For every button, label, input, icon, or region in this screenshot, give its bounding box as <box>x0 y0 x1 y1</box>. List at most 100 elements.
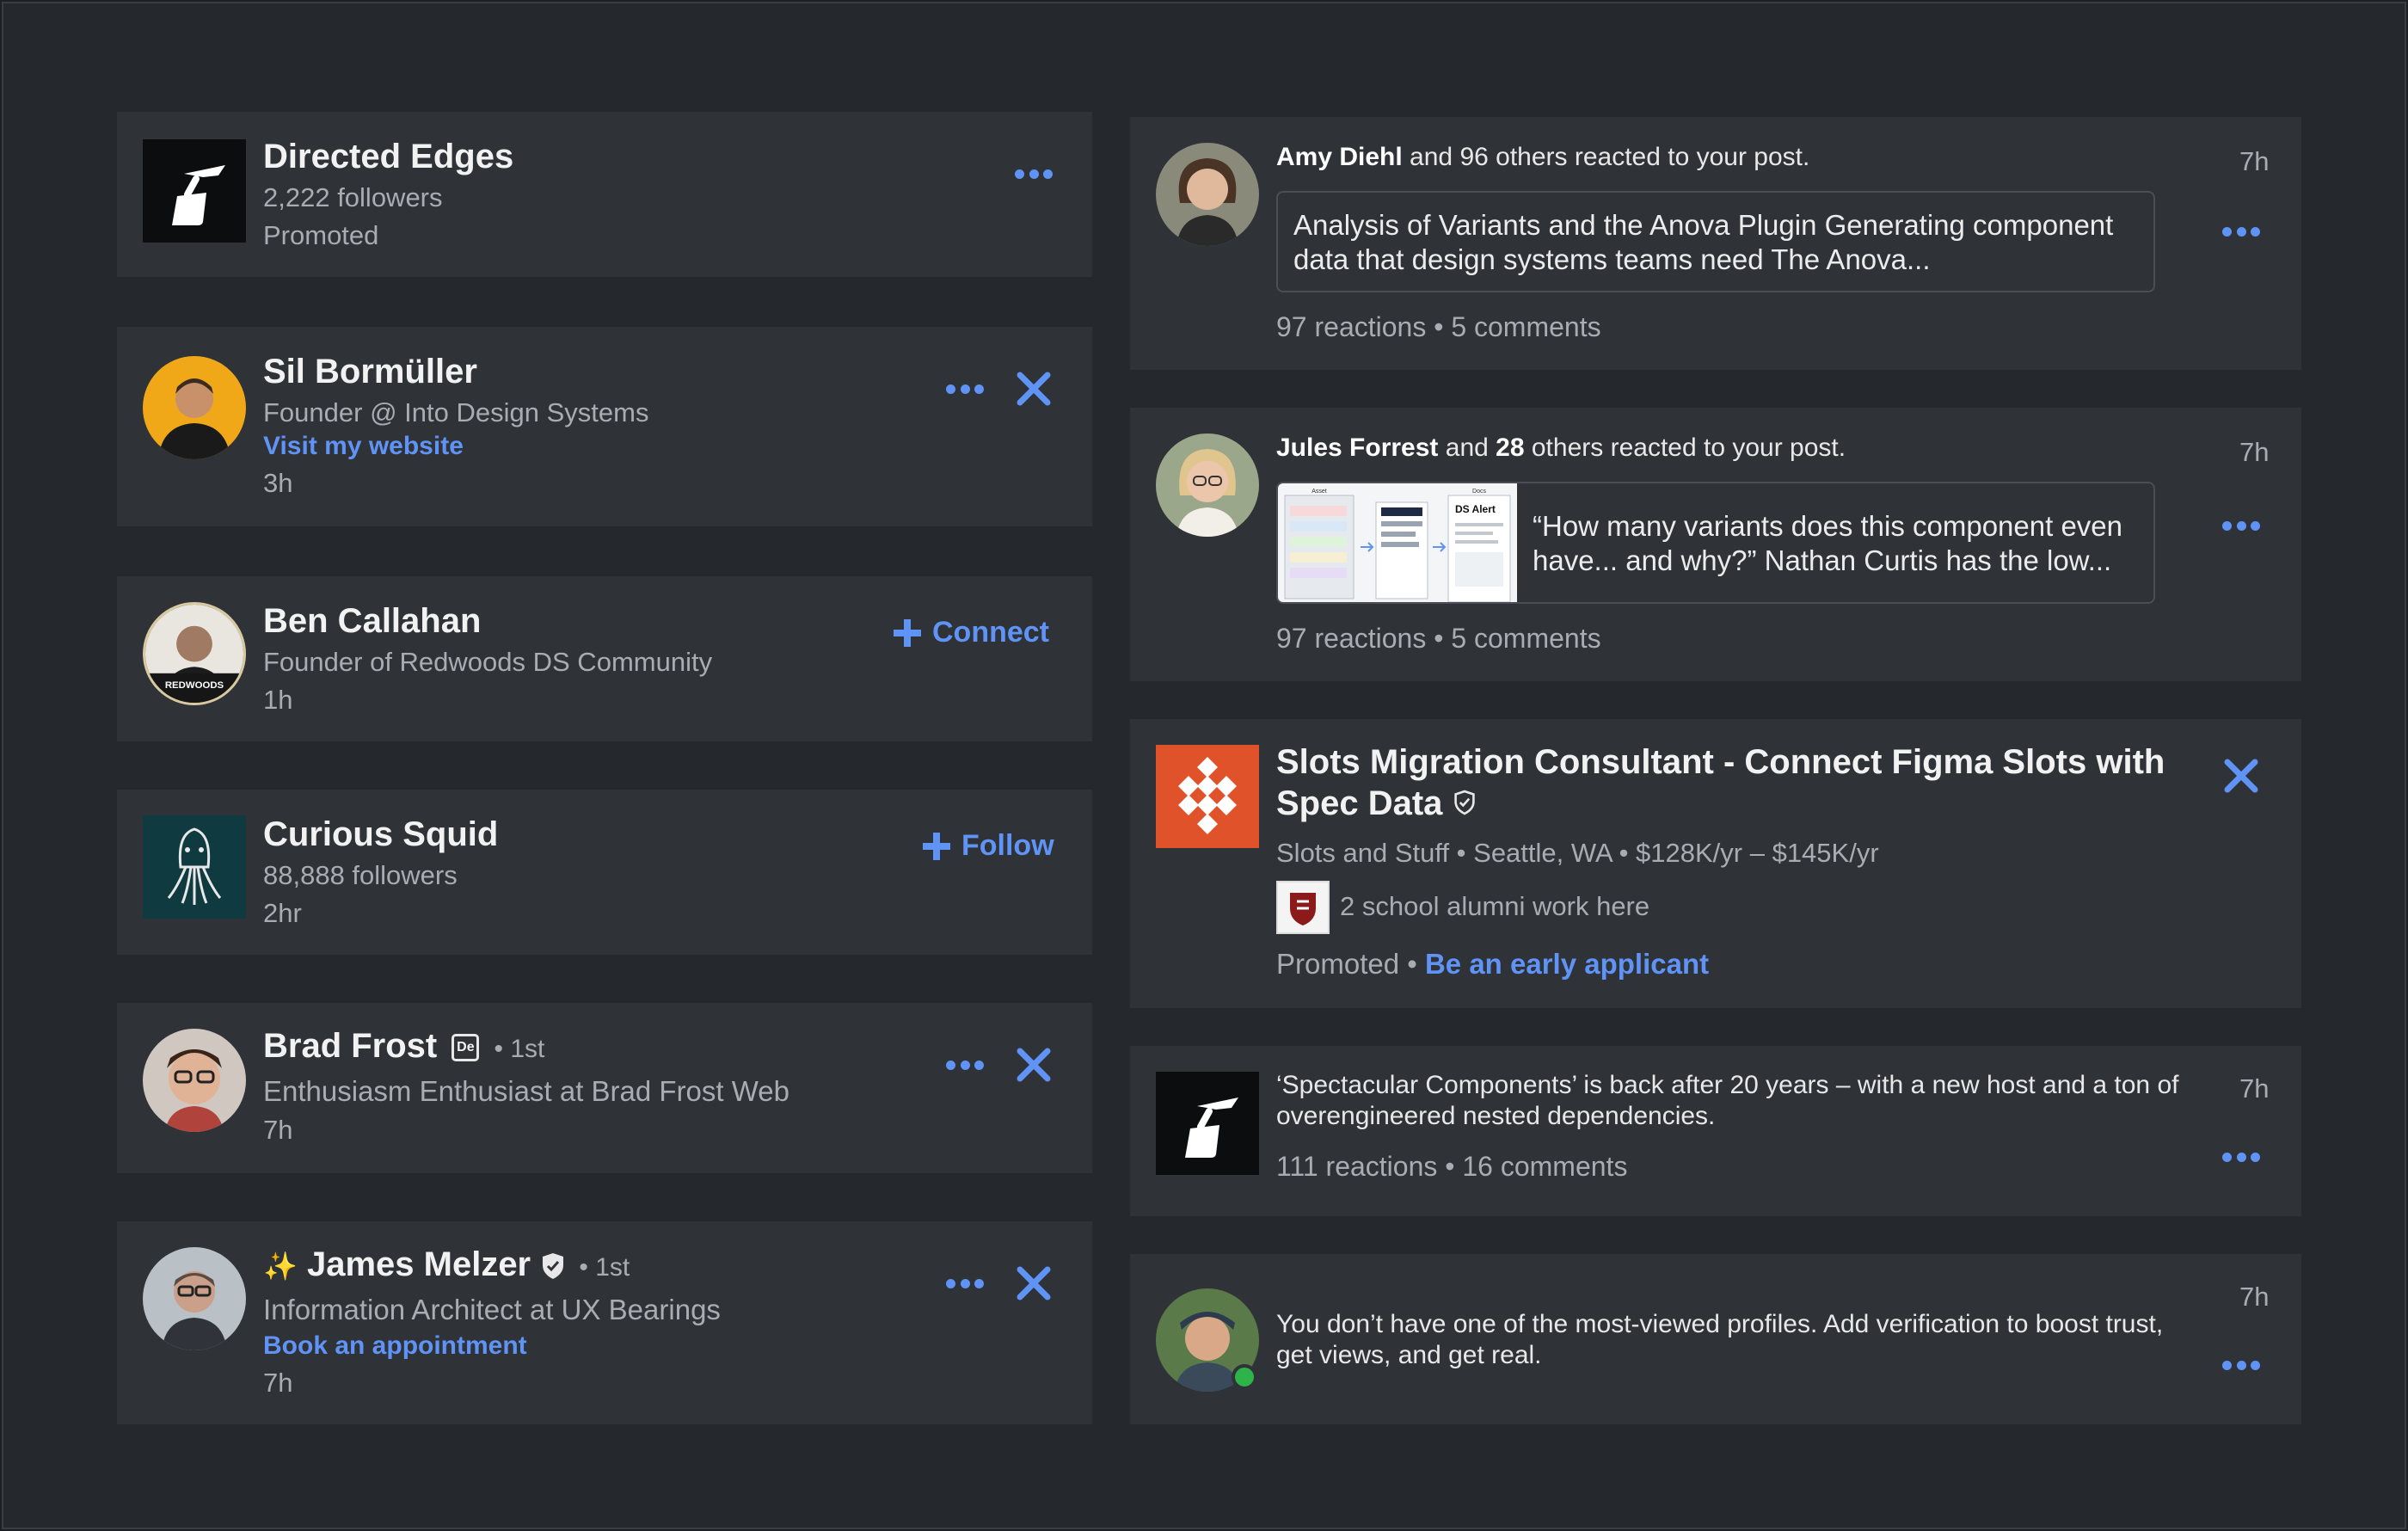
person-name[interactable]: Ben Callahan <box>263 602 481 641</box>
quoted-post[interactable]: Asset Docs DS Alert “How many variants d… <box>1276 482 2155 604</box>
quoted-post-text: “How many variants does this component e… <box>1533 510 2123 576</box>
school-logo <box>1276 881 1330 934</box>
quoted-post-text: Analysis of Variants and the Anova Plugi… <box>1293 209 2114 275</box>
post-stats[interactable]: 111 reactions • 16 comments <box>1276 1151 1627 1183</box>
headline: Founder @ Into Design Systems <box>263 397 649 427</box>
job-details: Slots and Stuff • Seattle, WA • $128K/yr… <box>1276 838 1879 868</box>
job-posting-card[interactable]: Slots Migration Consultant - Connect Fig… <box>1130 719 2301 1008</box>
app-frame: Directed Edges 2,222 followers Promoted … <box>2 2 2406 1529</box>
quoted-post[interactable]: Analysis of Variants and the Anova Plugi… <box>1276 191 2155 292</box>
promoted-label: Promoted • <box>1276 948 1417 980</box>
person-name[interactable]: Sil Bormüller <box>263 353 477 391</box>
feed-card-james: ✨ James Melzer • 1st Information Archite… <box>117 1221 1092 1424</box>
feed-card-brad: Brad Frost De • 1st Enthusiasm Enthusias… <box>117 1003 1092 1173</box>
feed-card-sil: Sil Bormüller Founder @ Into Design Syst… <box>117 327 1092 526</box>
early-applicant-link[interactable]: Be an early applicant <box>1425 948 1709 980</box>
follower-count: 2,222 followers <box>263 182 443 212</box>
directed-edges-logo[interactable] <box>1156 1072 1259 1175</box>
notification-time: 7h <box>2239 1282 2270 1312</box>
notification-time: 7h <box>2239 146 2270 176</box>
notification-text: You don’t have one of the most-viewed pr… <box>1276 1310 2164 1369</box>
connection-degree: • 1st <box>494 1035 545 1063</box>
connect-label: Connect <box>932 616 1049 649</box>
directed-edges-logo[interactable] <box>143 139 246 243</box>
notification-rest: and 96 others reacted to your post. <box>1402 143 1810 171</box>
redwoods-logo-text: REDWOODS <box>165 680 224 691</box>
post-time: 2hr <box>263 898 302 928</box>
others-count: 28 <box>1496 433 1525 462</box>
dismiss-icon[interactable] <box>2222 757 2260 795</box>
follower-count: 88,888 followers <box>263 860 458 890</box>
headline: Enthusiasm Enthusiast at Brad Frost Web <box>263 1075 789 1107</box>
headline: Information Architect at UX Bearings <box>263 1294 721 1325</box>
person-name: Brad Frost De • 1st <box>263 1027 544 1066</box>
actor-name[interactable]: Jules Forrest <box>1276 433 1438 462</box>
james-avatar[interactable] <box>143 1247 246 1350</box>
plus-icon <box>923 832 950 860</box>
sparkle-icon: ✨ <box>263 1251 298 1282</box>
brad-name[interactable]: Brad Frost <box>263 1027 437 1065</box>
dismiss-icon[interactable] <box>1015 370 1053 408</box>
company-name[interactable]: Directed Edges <box>263 138 513 176</box>
post-stats[interactable]: 97 reactions • 5 comments <box>1276 623 1601 655</box>
notification-text: Amy Diehl and 96 others reacted to your … <box>1276 143 1809 172</box>
more-options-icon[interactable] <box>946 1277 984 1289</box>
feed-card-ben: REDWOODS Ben Callahan Founder of Redwood… <box>117 576 1092 741</box>
notification-text: Jules Forrest and 28 others reacted to y… <box>1276 433 1846 463</box>
thumbnail-docs-label: Docs <box>1472 489 1486 495</box>
follow-button[interactable]: Follow <box>920 829 1054 863</box>
more-options-icon[interactable] <box>2222 520 2260 532</box>
user-avatar[interactable] <box>1156 1288 1259 1392</box>
actor-name[interactable]: Amy Diehl <box>1276 143 1403 171</box>
notification-amy[interactable]: Amy Diehl and 96 others reacted to your … <box>1130 117 2301 370</box>
brad-avatar[interactable] <box>143 1029 246 1132</box>
james-name[interactable]: James Melzer <box>307 1245 531 1283</box>
dismiss-icon[interactable] <box>1015 1264 1053 1302</box>
notification-text: ‘Spectacular Components’ is back after 2… <box>1276 1071 2179 1130</box>
dismiss-icon[interactable] <box>1015 1046 1053 1084</box>
thumbnail-ds-alert-label: DS Alert <box>1455 503 1496 515</box>
follow-label: Follow <box>961 829 1054 862</box>
post-time: 7h <box>263 1115 293 1145</box>
book-appointment-link[interactable]: Book an appointment <box>263 1331 527 1361</box>
feed-card-curious-squid: Curious Squid 88,888 followers 2hr Follo… <box>117 790 1092 955</box>
more-options-icon[interactable] <box>2222 1359 2260 1371</box>
notification-verification[interactable]: You don’t have one of the most-viewed pr… <box>1130 1254 2301 1424</box>
notification-spectacular[interactable]: ‘Spectacular Components’ is back after 2… <box>1130 1046 2301 1216</box>
notification-time: 7h <box>2239 1073 2270 1104</box>
more-options-icon[interactable] <box>2222 225 2260 237</box>
notification-jules[interactable]: Jules Forrest and 28 others reacted to y… <box>1130 408 2301 681</box>
visit-website-link[interactable]: Visit my website <box>263 432 464 461</box>
curious-squid-logo[interactable] <box>143 815 246 919</box>
post-thumbnail: Asset Docs DS Alert <box>1278 483 1517 602</box>
ben-avatar[interactable]: REDWOODS <box>143 602 246 705</box>
job-footer: Promoted • Be an early applicant <box>1276 948 1709 981</box>
headline: Founder of Redwoods DS Community <box>263 647 713 677</box>
feed-card-directed-edges: Directed Edges 2,222 followers Promoted <box>117 112 1092 277</box>
more-options-icon[interactable] <box>2222 1151 2260 1163</box>
post-time: 7h <box>263 1368 293 1398</box>
more-options-icon[interactable] <box>946 1059 984 1071</box>
thumbnail-asset-label: Asset <box>1312 489 1327 495</box>
amy-avatar[interactable] <box>1156 143 1259 246</box>
notification-time: 7h <box>2239 437 2270 467</box>
slots-and-stuff-logo[interactable] <box>1156 745 1259 848</box>
promoted-label: Promoted <box>263 220 379 250</box>
sil-avatar[interactable] <box>143 356 246 459</box>
post-stats[interactable]: 97 reactions • 5 comments <box>1276 311 1601 343</box>
person-name: ✨ James Melzer • 1st <box>263 1245 630 1284</box>
connect-button[interactable]: Connect <box>891 616 1049 649</box>
verified-shield-icon <box>543 1253 564 1280</box>
plus-icon <box>894 618 921 647</box>
online-status-indicator <box>1232 1364 1257 1390</box>
verified-shield-icon <box>1454 790 1475 815</box>
job-title[interactable]: Slots Migration Consultant - Connect Fig… <box>1276 741 2179 824</box>
post-time: 1h <box>263 685 293 715</box>
connection-degree: • 1st <box>579 1253 630 1282</box>
notification-rest: others reacted to your post. <box>1524 433 1846 462</box>
company-name[interactable]: Curious Squid <box>263 815 498 854</box>
more-options-icon[interactable] <box>946 383 984 395</box>
more-options-icon[interactable] <box>1015 168 1053 180</box>
notification-mid: and <box>1438 433 1496 462</box>
jules-avatar[interactable] <box>1156 433 1259 537</box>
